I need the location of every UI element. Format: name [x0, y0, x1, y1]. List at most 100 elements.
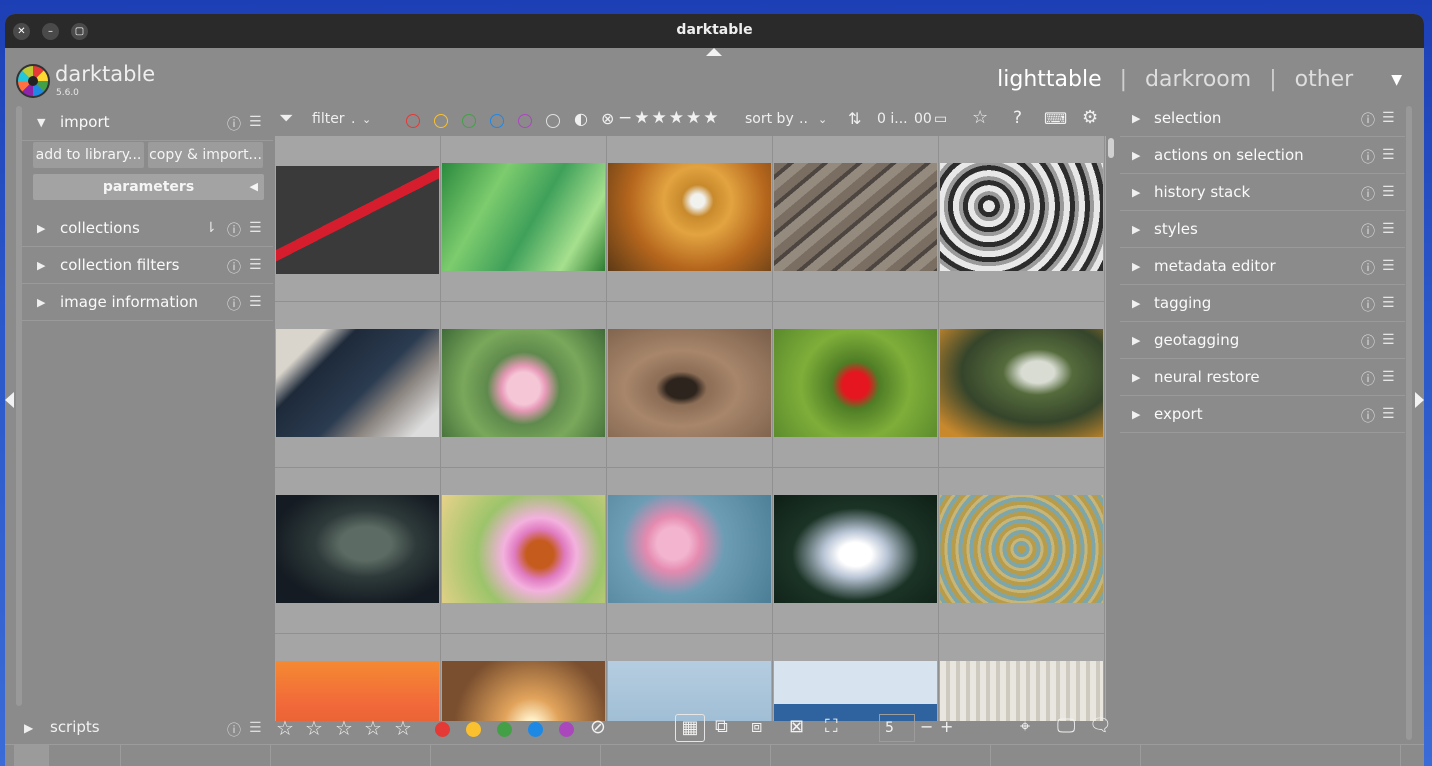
thumbnail-image[interactable]	[442, 495, 605, 603]
grid-scrollbar[interactable]	[1108, 138, 1114, 158]
sort-icon[interactable]: ⇂	[205, 220, 217, 236]
thumbnail-image[interactable]	[940, 495, 1103, 603]
reset-icon[interactable]: ⓘ	[1361, 110, 1375, 130]
presets-menu-icon[interactable]: ☰	[1382, 295, 1395, 311]
thumbnail-cell[interactable]	[939, 136, 1105, 302]
module-import[interactable]: ▼ import ⓘ ☰	[22, 104, 273, 141]
thumbnail-image[interactable]	[276, 329, 439, 437]
presets-menu-icon[interactable]: ☰	[249, 294, 262, 310]
zoom-input[interactable]: 5	[879, 714, 915, 742]
thumbnail-image[interactable]	[608, 495, 771, 603]
presets-menu-icon[interactable]: ☰	[1382, 406, 1395, 422]
help-icon[interactable]: ?	[1013, 108, 1022, 128]
module-image-information[interactable]: ▶ image information ⓘ ☰	[22, 284, 273, 321]
chat-icon[interactable]: 🗨	[1089, 715, 1112, 736]
thumbnail-cell[interactable]	[773, 468, 939, 634]
chevron-down-icon[interactable]: ⌄	[362, 113, 371, 126]
thumbnail-cell[interactable]	[607, 634, 773, 721]
reset-icon[interactable]: ⓘ	[227, 114, 241, 134]
module-actions-on-selection[interactable]: ▶ actions on selection ⓘ ☰	[1120, 137, 1405, 174]
color-label-filter[interactable]	[518, 114, 532, 128]
star-icon[interactable]: ☆	[305, 716, 323, 740]
module-styles[interactable]: ▶ styles ⓘ ☰	[1120, 211, 1405, 248]
zoom-out-button[interactable]: −	[920, 717, 933, 736]
reset-icon[interactable]: ⓘ	[1361, 295, 1375, 315]
thumbnail-cell[interactable]	[441, 302, 607, 468]
module-history-stack[interactable]: ▶ history stack ⓘ ☰	[1120, 174, 1405, 211]
presets-menu-icon[interactable]: ☰	[1382, 147, 1395, 163]
reset-icon[interactable]: ⓘ	[227, 220, 241, 240]
thumbnail-cell[interactable]	[607, 136, 773, 302]
presets-menu-icon[interactable]: ☰	[1382, 369, 1395, 385]
presets-menu-icon[interactable]: ☰	[1382, 110, 1395, 126]
module-tagging[interactable]: ▶ tagging ⓘ ☰	[1120, 285, 1405, 322]
thumbnail-image[interactable]	[276, 166, 439, 274]
sort-dropdown-value[interactable]: ..	[799, 111, 808, 127]
thumbnail-cell[interactable]	[607, 468, 773, 634]
thumbnail-image[interactable]	[276, 495, 439, 603]
thumbnail-image[interactable]	[940, 163, 1103, 271]
view-other[interactable]: other	[1295, 67, 1354, 92]
presets-menu-icon[interactable]: ☰	[1382, 332, 1395, 348]
reset-icon[interactable]: ⓘ	[227, 257, 241, 277]
toggle-icon[interactable]: ◐	[574, 109, 588, 128]
thumbnail-image[interactable]	[442, 661, 605, 721]
view-darkroom[interactable]: darkroom	[1145, 67, 1251, 92]
module-geotagging[interactable]: ▶ geotagging ⓘ ☰	[1120, 322, 1405, 359]
zoomable-lighttable-icon[interactable]: ⧉	[715, 716, 728, 737]
filter-dropdown-value[interactable]: .	[351, 111, 355, 127]
copy-and-import-button[interactable]: copy & import...	[148, 142, 263, 168]
color-label-filter[interactable]	[406, 114, 420, 128]
thumbnail-image[interactable]	[442, 163, 605, 271]
sort-order-icon[interactable]: ⇅	[848, 109, 861, 128]
star-icon[interactable]: ☆	[972, 107, 988, 128]
overlays-icon[interactable]: ▭	[934, 111, 947, 127]
grid-icon[interactable]: ▦	[675, 714, 705, 742]
funnel-icon[interactable]: ⏷	[279, 108, 293, 129]
thumbnail-image[interactable]	[774, 329, 937, 437]
thumbnail-cell[interactable]	[773, 634, 939, 721]
thumbnail-image[interactable]	[608, 329, 771, 437]
color-label-button[interactable]	[435, 722, 450, 737]
thumbnail-cell[interactable]	[441, 468, 607, 634]
clear-color-labels-icon[interactable]: ⊘	[590, 716, 606, 738]
thumbnail-image[interactable]	[774, 661, 937, 721]
thumbnail-cell[interactable]	[939, 302, 1105, 468]
thumbnail-image[interactable]	[608, 661, 771, 721]
reject-icon[interactable]: ⊗	[601, 109, 614, 128]
module-metadata-editor[interactable]: ▶ metadata editor ⓘ ☰	[1120, 248, 1405, 285]
reset-icon[interactable]: ⓘ	[227, 294, 241, 314]
parameters-section[interactable]: parameters ◀	[33, 174, 264, 200]
presets-menu-icon[interactable]: ☰	[249, 257, 262, 273]
reset-icon[interactable]: ⓘ	[1361, 332, 1375, 352]
thumbnail-cell[interactable]	[441, 136, 607, 302]
right-panel-scrollbar[interactable]	[1406, 106, 1412, 740]
thumbnail-image[interactable]	[774, 163, 937, 271]
reset-icon[interactable]: ⓘ	[1361, 221, 1375, 241]
color-label-filter[interactable]	[490, 114, 504, 128]
color-label-button[interactable]	[466, 722, 481, 737]
collapse-top-panel-icon[interactable]	[706, 48, 722, 56]
keyboard-icon[interactable]: ⌨	[1044, 109, 1067, 128]
preview-icon[interactable]: ⛶	[825, 716, 838, 737]
presets-menu-icon[interactable]: ☰	[1382, 184, 1395, 200]
display-icon[interactable]: 🖵	[1057, 715, 1075, 737]
rating-filter-stars[interactable]: −★★★★★	[618, 108, 720, 128]
module-collections[interactable]: ▶ collections ⇂ ⓘ ☰	[22, 210, 273, 247]
color-label-button[interactable]	[528, 722, 543, 737]
zoom-in-button[interactable]: +	[940, 717, 953, 736]
collapse-left-panel-icon[interactable]	[5, 392, 14, 408]
star-icon[interactable]: ☆	[394, 716, 412, 740]
thumbnail-image[interactable]	[940, 661, 1103, 721]
color-label-filter[interactable]	[434, 114, 448, 128]
thumbnail-image[interactable]	[774, 495, 937, 603]
gear-icon[interactable]: ⚙	[1082, 107, 1098, 128]
thumbnail-cell[interactable]	[441, 634, 607, 721]
presets-menu-icon[interactable]: ☰	[249, 720, 262, 736]
presets-menu-icon[interactable]: ☰	[1382, 221, 1395, 237]
thumbnail-cell[interactable]	[275, 136, 441, 302]
module-selection[interactable]: ▶ selection ⓘ ☰	[1120, 100, 1405, 137]
thumbnail-cell[interactable]	[939, 634, 1105, 721]
reset-icon[interactable]: ⓘ	[1361, 184, 1375, 204]
reset-icon[interactable]: ⓘ	[1361, 258, 1375, 278]
